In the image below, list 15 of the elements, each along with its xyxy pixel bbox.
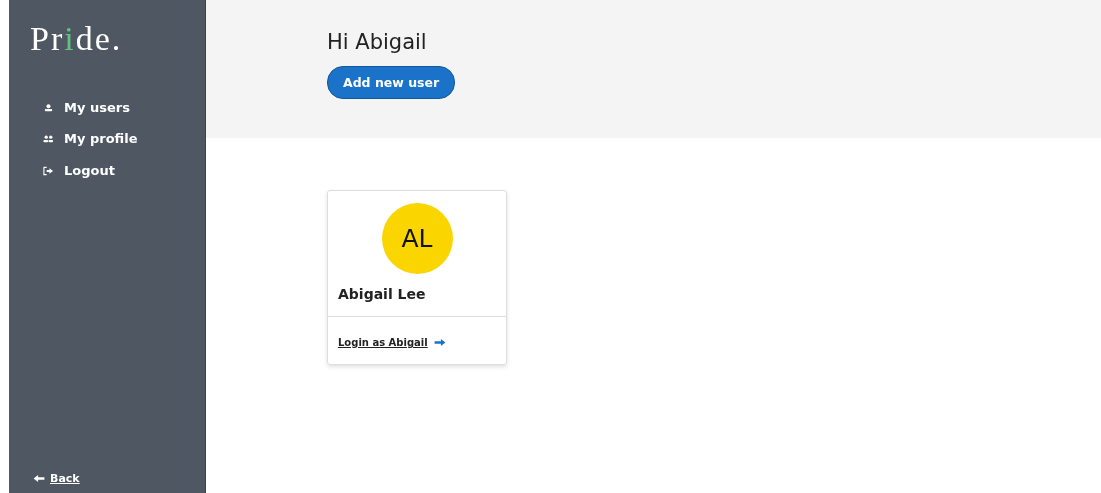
greeting: Hi Abigail [327, 30, 427, 54]
nav-link[interactable]: My profile [43, 132, 138, 147]
logo: Pride. [30, 22, 123, 56]
user-icon [43, 103, 54, 114]
avatar: AL [381, 203, 453, 274]
add-user-button[interactable]: Add new user [327, 66, 456, 99]
arrow-left-icon [33, 474, 45, 483]
login-link[interactable]: Login as Abigail [338, 337, 446, 348]
logout-icon [43, 165, 54, 176]
back-link[interactable]: Back [30, 472, 80, 485]
nav-link[interactable]: Logout [43, 163, 115, 178]
nav-link[interactable]: My users [43, 101, 130, 116]
users-icon [43, 134, 54, 145]
user-name: Abigail Lee [338, 286, 426, 302]
arrow-right-icon [433, 338, 446, 347]
